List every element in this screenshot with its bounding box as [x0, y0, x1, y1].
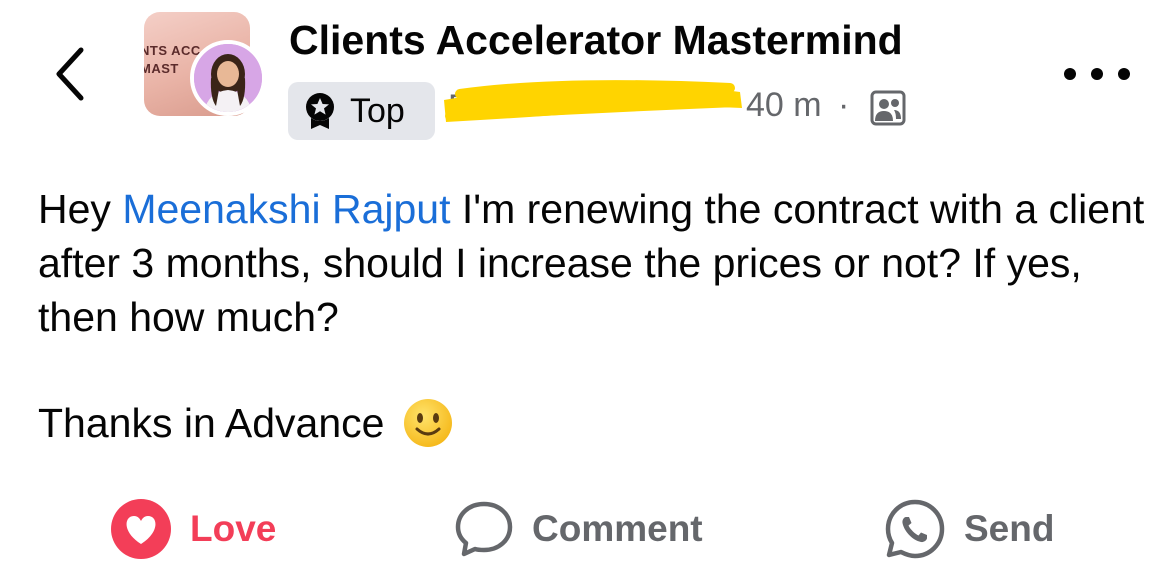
post-text: Hey Meenakshi Rajput I'm renewing the co… [38, 182, 1148, 344]
closing-text: Thanks in Advance [38, 400, 385, 446]
post-screen: NTS ACC MAST Clients Accelerator Masterm… [0, 0, 1170, 580]
whatsapp-send-icon [885, 499, 945, 559]
love-reaction-icon [111, 499, 171, 559]
more-dot [1091, 68, 1103, 80]
chevron-left-icon [56, 47, 84, 101]
more-options-button[interactable] [1064, 60, 1130, 88]
mention-link[interactable]: Meenakshi Rajput [122, 186, 450, 232]
award-badge-icon [306, 93, 334, 129]
love-label: Love [190, 508, 277, 549]
post-time[interactable]: 40 m [746, 86, 822, 125]
comment-button[interactable]: Comment [454, 496, 703, 562]
more-dot [1118, 68, 1130, 80]
author-name[interactable]: P [448, 88, 471, 132]
group-name[interactable]: Clients Accelerator Mastermind [289, 14, 903, 66]
members-only-icon[interactable] [870, 90, 906, 126]
send-label: Send [964, 508, 1055, 549]
author-avatar[interactable] [190, 40, 266, 116]
more-dot [1064, 68, 1076, 80]
comment-label: Comment [532, 508, 703, 549]
slightly-smiling-face-emoji [404, 399, 453, 447]
avatar-illustration [194, 44, 262, 112]
meta-separator: · [838, 86, 850, 124]
badge-label: Top [350, 91, 405, 130]
love-button[interactable]: Love [110, 496, 276, 562]
back-button[interactable] [48, 44, 92, 104]
post-closing: Thanks in Advance [38, 396, 454, 450]
send-button[interactable]: Send [884, 496, 1054, 562]
comment-bubble-icon [455, 501, 513, 557]
post-greeting: Hey [38, 186, 123, 232]
top-contributor-badge[interactable]: Top [288, 82, 435, 140]
redaction-mark [444, 80, 742, 122]
